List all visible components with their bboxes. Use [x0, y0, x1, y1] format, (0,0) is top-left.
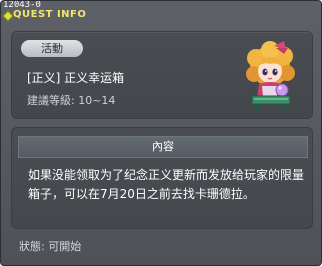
category-tag: 活動: [21, 40, 83, 57]
title-bar[interactable]: 12043-0 QUEST INFO: [1, 1, 321, 23]
recommended-level: 建議等級: 10~14: [27, 94, 116, 107]
quest-summary-panel: 活動 [正义] 正义幸运箱 建議等級: 10~14: [11, 31, 313, 119]
window-title: QUEST INFO: [13, 9, 87, 20]
quest-name: [正义] 正义幸运箱: [27, 71, 125, 85]
quest-status: 狀態: 可開始: [19, 240, 82, 253]
quest-description: 如果没能领取为了纪念正义更新而发放给玩家的限量箱子，可以在7月20日之前去找卡珊…: [28, 168, 305, 201]
title-diamond-icon: [2, 10, 14, 22]
quest-content-panel: 內容 如果没能领取为了纪念正义更新而发放给玩家的限量箱子，可以在7月20日之前去…: [11, 127, 313, 229]
content-section-header: 內容: [18, 136, 308, 158]
npc-portrait-icon: [246, 41, 295, 111]
quest-info-window: 12043-0 QUEST INFO 活動 [正义] 正义幸运箱 建議等級: 1…: [0, 0, 322, 266]
